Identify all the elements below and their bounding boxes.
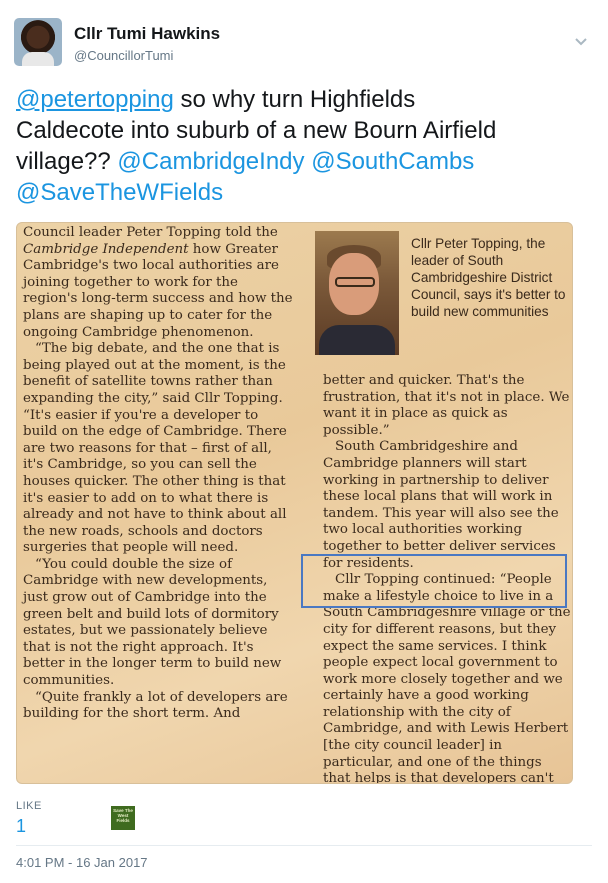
divider [16,845,592,846]
tweet-text-part: so why turn Highfields [173,86,416,113]
clip-text: how [188,241,221,257]
clipping-column-left: Council leader Peter Topping told the Ca… [23,225,295,723]
chevron-down-icon[interactable] [572,32,590,50]
mention-link[interactable]: @petertopping [16,86,174,113]
tweet-stats: LIKE 1 Save The West Fields [16,800,586,840]
clip-paragraph: better and quicker. That's the frustrati… [323,373,570,438]
mention-link[interactable]: @SaveTheWFields [16,179,223,206]
tweet-header: Cllr Tumi Hawkins @CouncillorTumi [14,18,594,72]
mention-link[interactable]: @SouthCambs [311,148,474,175]
tweet-text-part: village?? [16,148,118,175]
newspaper-clipping-image[interactable]: Council leader Peter Topping told the Ca… [16,222,573,784]
clip-paper-name: Cambridge Independent [23,241,189,257]
likes-label: LIKE [16,800,42,812]
author-avatar[interactable] [14,18,62,66]
liker-avatar[interactable]: Save The West Fields [111,806,135,830]
mention-link[interactable]: @CambridgeIndy [117,148,304,175]
photo-caption: Cllr Peter Topping, the leader of South … [411,236,566,319]
author-name[interactable]: Cllr Tumi Hawkins [74,24,220,44]
clip-paragraph: “Quite frankly a lot of developers are b… [23,689,288,722]
tweet-timestamp[interactable]: 4:01 PM - 16 Jan 2017 [16,855,148,870]
clip-text: Council leader Peter Topping told the [23,225,278,240]
likes-count[interactable]: 1 [16,816,26,837]
clip-paragraph: “You could double the size of Cambridge … [23,556,282,689]
clip-paragraph: “The big debate, and the one that is bei… [23,341,287,556]
portrait-photo [315,231,399,355]
tweet-text: @petertopping so why turn Highfields Cal… [16,84,586,208]
tweet-text-part: Caldecote into suburb of a new Bourn Air… [16,117,497,144]
highlight-box [301,554,567,608]
clip-paragraph: South Cambridgeshire and Cambridge plann… [323,439,559,571]
author-handle[interactable]: @CouncillorTumi [74,48,173,63]
